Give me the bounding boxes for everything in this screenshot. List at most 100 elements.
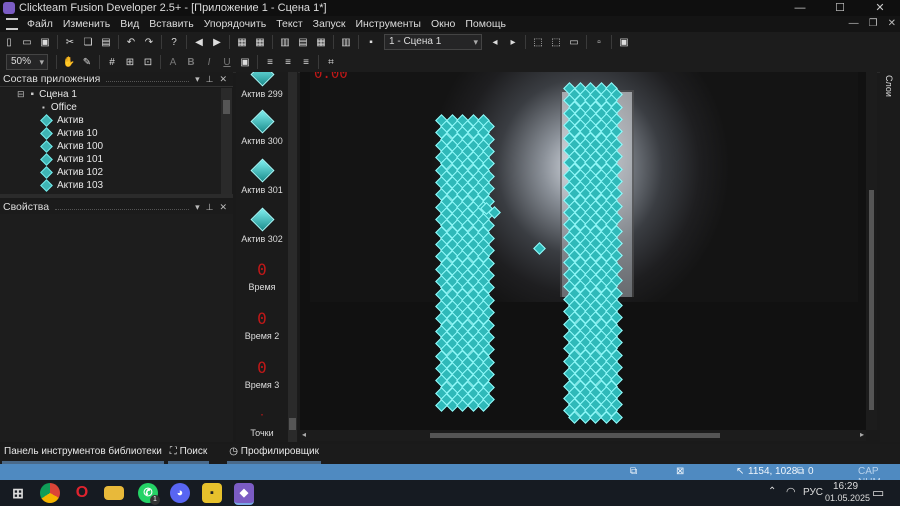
- scroll-right-icon[interactable]: ▸: [860, 430, 864, 439]
- redo-icon[interactable]: ↷: [142, 36, 156, 49]
- palette-item-active-302[interactable]: Актив 302: [236, 207, 288, 244]
- file-explorer-icon[interactable]: [104, 486, 124, 500]
- panel-pin-icon[interactable]: ⊥: [206, 74, 214, 85]
- scene-vertical-scrollbar[interactable]: [866, 72, 877, 430]
- close-button[interactable]: ✕: [860, 0, 900, 16]
- bold-icon[interactable]: B: [184, 56, 198, 69]
- brush-icon[interactable]: ✎: [80, 56, 94, 69]
- timer-counter[interactable]: 0.00: [314, 72, 348, 82]
- cut-icon[interactable]: ✂: [63, 36, 77, 49]
- scene-editor[interactable]: 0.00: [300, 72, 866, 430]
- next-scene-icon[interactable]: ▸: [506, 36, 520, 49]
- grid-toggle-icon[interactable]: ⊡: [141, 56, 155, 69]
- scrollbar-thumb[interactable]: [289, 418, 296, 430]
- palette-item-active-300[interactable]: Актив 300: [236, 109, 288, 146]
- scene-horizontal-scrollbar[interactable]: ◂ ▸: [300, 430, 866, 441]
- tab-profiler[interactable]: ◷ Профилировщик: [225, 444, 323, 464]
- splitter[interactable]: [0, 194, 233, 198]
- preview-icon[interactable]: ▣: [617, 36, 631, 49]
- menu-insert[interactable]: Вставить: [144, 18, 199, 30]
- maximize-button[interactable]: ☐: [820, 0, 860, 16]
- grid-setup-icon[interactable]: #: [105, 56, 119, 69]
- font-size-icon[interactable]: A: [166, 56, 180, 69]
- frame-settings-icon[interactable]: ▪: [364, 36, 378, 49]
- panel-close-icon[interactable]: ✕: [219, 74, 227, 85]
- menu-help[interactable]: Помощь: [460, 18, 511, 30]
- frame-editor-icon[interactable]: ▦: [253, 36, 267, 49]
- underline-icon[interactable]: U: [220, 56, 234, 69]
- save-icon[interactable]: ▣: [38, 36, 52, 49]
- tree-item-active[interactable]: Актив: [0, 114, 221, 127]
- new-icon[interactable]: ▯: [2, 36, 16, 49]
- panel-menu-icon[interactable]: ▾: [195, 202, 200, 213]
- event-editor-icon[interactable]: ▥: [278, 36, 292, 49]
- notifications-icon[interactable]: ▭: [872, 485, 884, 501]
- language-indicator[interactable]: РУС: [803, 487, 823, 498]
- layout-icon[interactable]: ▥: [339, 36, 353, 49]
- menu-edit[interactable]: Изменить: [58, 18, 115, 30]
- view-mode-icon[interactable]: ▭: [567, 36, 581, 49]
- opera-icon[interactable]: O: [72, 483, 92, 503]
- scrollbar-thumb[interactable]: [430, 433, 720, 438]
- grid-icon[interactable]: ⬚: [549, 36, 563, 49]
- text-color-icon[interactable]: ▣: [238, 56, 252, 69]
- menu-view[interactable]: Вид: [115, 18, 144, 30]
- fit-icon[interactable]: ⌗: [324, 56, 338, 69]
- event-list-icon[interactable]: ▤: [296, 36, 310, 49]
- discord-icon[interactable]: ◕: [170, 483, 190, 503]
- windows-start-icon[interactable]: ⊞: [8, 483, 28, 503]
- menu-run[interactable]: Запуск: [308, 18, 351, 30]
- palette-item-timer-2[interactable]: 0 Время 2: [236, 311, 288, 342]
- tab-search[interactable]: ⛶ Поиск: [166, 444, 212, 464]
- menu-arrange[interactable]: Упорядочить: [199, 18, 271, 30]
- clickteam-taskbar-icon[interactable]: ◆: [234, 483, 254, 505]
- mdi-close-icon[interactable]: ✕: [888, 16, 896, 32]
- help-icon[interactable]: ?: [167, 36, 181, 49]
- copy-icon[interactable]: ❏: [81, 36, 95, 49]
- mdi-restore-icon[interactable]: ❐: [869, 16, 878, 32]
- tree-item-scene[interactable]: ⊟ ▪ Сцена 1: [0, 88, 221, 101]
- panel-close-icon[interactable]: ✕: [219, 202, 227, 213]
- minimize-button[interactable]: —: [780, 0, 820, 16]
- clock-date[interactable]: 01.05.2025: [825, 493, 870, 503]
- panel-menu-icon[interactable]: ▾: [195, 74, 200, 85]
- tab-library-toolbar[interactable]: Панель инструментов библиотеки: [0, 444, 166, 464]
- palette-item-points[interactable]: · Точки: [236, 408, 288, 438]
- menu-tools[interactable]: Инструменты: [350, 18, 425, 30]
- storyboard-icon[interactable]: ▦: [235, 36, 249, 49]
- panel-pin-icon[interactable]: ⊥: [206, 202, 214, 213]
- layers-tab[interactable]: Слои: [880, 72, 900, 442]
- align-left-icon[interactable]: ≡: [263, 56, 277, 69]
- tree-item-active-102[interactable]: Актив 102: [0, 166, 221, 179]
- tree-item-active-100[interactable]: Актив 100: [0, 140, 221, 153]
- mdi-minimize-icon[interactable]: —: [849, 16, 859, 32]
- paste-icon[interactable]: ▤: [99, 36, 113, 49]
- palette-item-active-301[interactable]: Актив 301: [236, 158, 288, 195]
- back-icon[interactable]: ◀: [192, 36, 206, 49]
- tree-item-active-101[interactable]: Актив 101: [0, 153, 221, 166]
- menu-file[interactable]: Файл: [22, 18, 58, 30]
- workspace-scrollbar[interactable]: [221, 88, 232, 194]
- open-icon[interactable]: ▭: [20, 36, 34, 49]
- tree-item-active-103[interactable]: Актив 103: [0, 179, 221, 192]
- data-elements-icon[interactable]: ▦: [314, 36, 328, 49]
- collapse-icon[interactable]: ⊟: [17, 88, 25, 101]
- tree-item-office[interactable]: ▪ Office: [0, 101, 221, 114]
- palette-item-active-299[interactable]: Актив 299: [236, 72, 288, 99]
- snap-icon[interactable]: ⊞: [123, 56, 137, 69]
- palette-item-timer-3[interactable]: 0 Время 3: [236, 360, 288, 391]
- zoom-select[interactable]: 50%: [6, 54, 48, 70]
- align-right-icon[interactable]: ≡: [299, 56, 313, 69]
- menu-text[interactable]: Текст: [271, 18, 307, 30]
- scroll-left-icon[interactable]: ◂: [302, 430, 306, 439]
- align-center-icon[interactable]: ≡: [281, 56, 295, 69]
- hand-icon[interactable]: ✋: [62, 56, 76, 69]
- scrollbar-thumb[interactable]: [869, 190, 874, 410]
- palette-scrollbar[interactable]: [288, 72, 297, 442]
- menu-window[interactable]: Окно: [426, 18, 460, 30]
- network-icon[interactable]: ◠: [786, 485, 796, 498]
- tree-item-active-10[interactable]: Актив 10: [0, 127, 221, 140]
- forward-icon[interactable]: ▶: [210, 36, 224, 49]
- scene-select[interactable]: 1 - Сцена 1: [384, 34, 482, 50]
- undo-icon[interactable]: ↶: [124, 36, 138, 49]
